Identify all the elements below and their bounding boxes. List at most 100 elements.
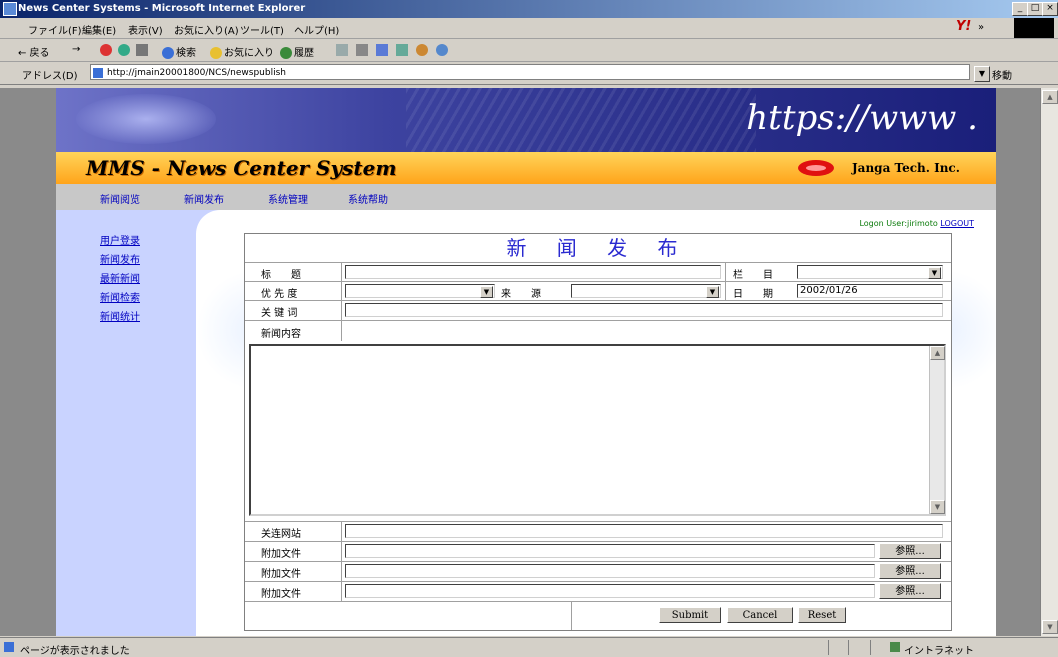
banner-pattern xyxy=(406,88,756,152)
textarea-scrollbar[interactable]: ▲ ▼ xyxy=(929,346,945,514)
logon-user: Logon User:jirimoto xyxy=(859,219,938,228)
star-icon xyxy=(210,47,222,59)
scroll-up-icon[interactable]: ▲ xyxy=(930,346,945,360)
go-button[interactable]: 移動 xyxy=(992,67,1012,82)
logon-info: Logon User:jirimoto LOGOUT xyxy=(859,219,974,228)
system-title: MMS - News Center System xyxy=(86,156,397,180)
menu-view[interactable]: 表示(V) xyxy=(128,22,163,37)
scroll-down-icon[interactable]: ▼ xyxy=(930,500,945,514)
banner-text: https://www . xyxy=(746,98,978,138)
mail-icon[interactable] xyxy=(336,44,350,56)
banner-decoration xyxy=(76,94,216,144)
form-row-keywords: 关 键 词 xyxy=(245,300,951,320)
attach3-browse-button[interactable]: 参照... xyxy=(879,583,941,599)
standard-toolbar: ← 戻る → 検索 お気に入り 履歴 xyxy=(0,39,1058,62)
priority-select[interactable]: ▼ xyxy=(345,284,495,298)
title-label: 标 题 xyxy=(261,270,301,281)
nav-news-publish[interactable]: 新闻发布 xyxy=(184,191,224,206)
form-row-title: 标 题 栏 目 ▼ xyxy=(245,262,951,281)
side-link-news-stats[interactable]: 新闻统计 xyxy=(100,308,140,323)
favorites-button[interactable]: お気に入り xyxy=(210,44,274,59)
source-select[interactable]: ▼ xyxy=(571,284,721,298)
attach1-input[interactable] xyxy=(345,544,875,558)
reset-button[interactable]: Reset xyxy=(798,607,846,623)
minimize-button[interactable]: _ xyxy=(1012,2,1028,16)
news-publish-form: 新 闻 发 布 标 题 栏 目 ▼ 优 先 度 ▼ 来 源 ▼ 日 期 2002… xyxy=(244,233,952,631)
search-button[interactable]: 検索 xyxy=(162,44,196,59)
attach2-input[interactable] xyxy=(345,564,875,578)
column-select[interactable]: ▼ xyxy=(797,265,943,279)
print-icon[interactable] xyxy=(356,44,370,56)
discuss-icon[interactable] xyxy=(396,44,410,56)
address-input[interactable]: http://jmain20001800/NCS/newspublish xyxy=(90,64,970,80)
form-row-content: 新闻内容 xyxy=(245,320,951,341)
messenger-icon[interactable] xyxy=(416,44,430,56)
logout-link[interactable]: LOGOUT xyxy=(940,219,974,228)
cancel-button[interactable]: Cancel xyxy=(727,607,793,623)
date-label: 日 期 xyxy=(733,289,773,300)
keywords-input[interactable] xyxy=(345,303,943,317)
refresh-icon[interactable] xyxy=(118,44,132,56)
side-link-latest-news[interactable]: 最新新闻 xyxy=(100,270,140,285)
keywords-label: 关 键 词 xyxy=(261,308,298,319)
related-site-input[interactable] xyxy=(345,524,943,538)
priority-label: 优 先 度 xyxy=(261,289,298,300)
site-banner: https://www . xyxy=(56,88,996,152)
menu-edit[interactable]: 編集(E) xyxy=(82,22,116,37)
side-link-user-login[interactable]: 用户登录 xyxy=(100,232,140,247)
side-link-news-publish[interactable]: 新闻发布 xyxy=(100,251,140,266)
company-logo xyxy=(798,160,834,176)
yahoo-logo: Y! xyxy=(956,19,972,34)
back-button[interactable]: ← 戻る xyxy=(18,44,50,59)
attach1-browse-button[interactable]: 参照... xyxy=(879,543,941,559)
intranet-icon xyxy=(890,642,902,653)
side-link-news-search[interactable]: 新闻检索 xyxy=(100,289,140,304)
main-nav: 新闻阅览 新闻发布 系统管理 系统帮助 xyxy=(56,184,996,210)
page-done-icon xyxy=(4,642,16,653)
chevron-down-icon: ▼ xyxy=(928,267,941,279)
history-button[interactable]: 履歴 xyxy=(280,44,314,59)
edit-icon[interactable] xyxy=(376,44,390,56)
web-page: https://www . MMS - News Center System J… xyxy=(56,88,996,636)
menu-tools[interactable]: ツール(T) xyxy=(240,22,284,37)
zone-label: イントラネット xyxy=(904,646,974,657)
attach3-label: 附加文件 xyxy=(261,589,301,600)
nav-system-help[interactable]: 系统帮助 xyxy=(348,191,388,206)
content-textarea[interactable]: ▲ ▼ xyxy=(249,344,946,516)
stop-icon[interactable] xyxy=(100,44,114,56)
title-input[interactable] xyxy=(345,265,721,279)
form-row-priority: 优 先 度 ▼ 来 源 ▼ 日 期 2002/01/26 xyxy=(245,281,951,300)
submit-button[interactable]: Submit xyxy=(659,607,721,623)
home-icon[interactable] xyxy=(136,44,150,56)
nav-system-admin[interactable]: 系统管理 xyxy=(268,191,308,206)
scroll-down-icon[interactable]: ▼ xyxy=(1042,620,1058,634)
menu-help[interactable]: ヘルプ(H) xyxy=(294,22,339,37)
maximize-button[interactable]: □ xyxy=(1027,2,1043,16)
page-icon xyxy=(93,68,103,78)
media-icon[interactable] xyxy=(436,44,450,56)
address-dropdown[interactable]: ▼ xyxy=(974,66,990,82)
form-row-actions: Submit Cancel Reset xyxy=(245,601,951,630)
form-row-attach2: 附加文件 参照... xyxy=(245,561,951,581)
menu-file[interactable]: ファイル(F) xyxy=(28,22,82,37)
chevron-icon[interactable]: » xyxy=(978,22,984,33)
close-button[interactable]: × xyxy=(1042,2,1058,16)
related-label: 关连网站 xyxy=(261,529,301,540)
status-bar: ページが表示されました イントラネット xyxy=(0,637,1058,657)
menu-favorites[interactable]: お気に入り(A) xyxy=(174,22,239,37)
attach3-input[interactable] xyxy=(345,584,875,598)
window-title: News Center Systems - Microsoft Internet… xyxy=(18,3,306,14)
search-icon xyxy=(162,47,174,59)
address-url: http://jmain20001800/NCS/newspublish xyxy=(107,68,286,78)
forward-button[interactable]: → xyxy=(72,44,80,55)
attach2-browse-button[interactable]: 参照... xyxy=(879,563,941,579)
form-row-related: 关连网站 xyxy=(245,521,951,541)
menu-bar: ファイル(F) 編集(E) 表示(V) お気に入り(A) ツール(T) ヘルプ(… xyxy=(0,18,1058,39)
page-scrollbar[interactable]: ▲ ▼ xyxy=(1040,88,1058,636)
scroll-up-icon[interactable]: ▲ xyxy=(1042,90,1058,104)
date-input[interactable]: 2002/01/26 xyxy=(797,284,943,298)
source-label: 来 源 xyxy=(501,289,541,300)
nav-news-browse[interactable]: 新闻阅览 xyxy=(100,191,140,206)
window-title-bar: News Center Systems - Microsoft Internet… xyxy=(0,0,1058,18)
windows-throbber-icon xyxy=(1014,18,1054,38)
